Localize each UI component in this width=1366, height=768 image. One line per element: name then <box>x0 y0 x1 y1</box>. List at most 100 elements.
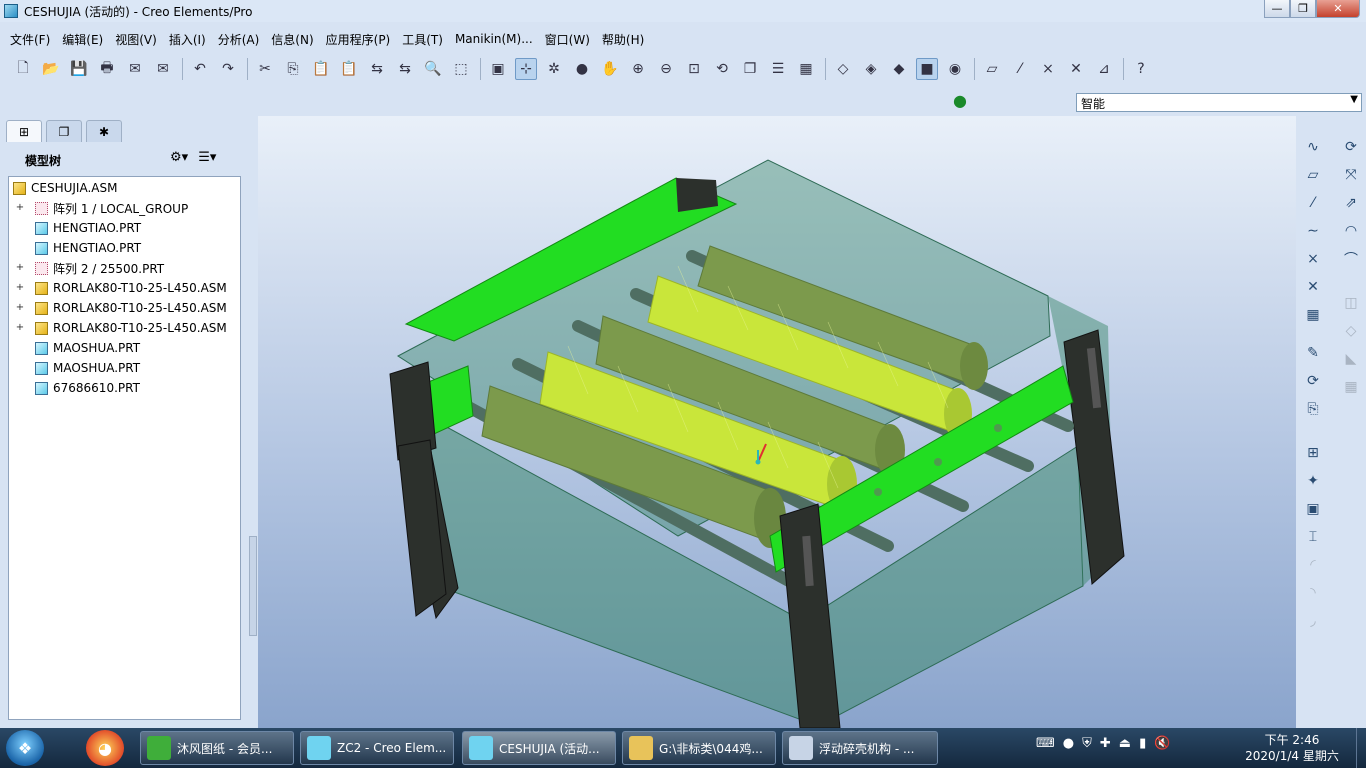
assemble-icon[interactable]: ⊞ <box>1302 442 1324 464</box>
round-icon[interactable]: ◜ <box>1302 554 1324 576</box>
redo-icon[interactable]: ↷ <box>217 58 239 80</box>
new-icon[interactable]: 🗋 <box>12 58 34 80</box>
datum-point-icon[interactable]: × <box>1037 58 1059 80</box>
menu-item[interactable]: 编辑(E) <box>56 31 109 48</box>
tree-node[interactable]: + RORLAK80-T10-25-L450.ASM <box>15 299 227 317</box>
zoom-out-icon[interactable]: ⊖ <box>655 58 677 80</box>
menu-item[interactable]: 文件(F) <box>4 31 56 48</box>
network-icon[interactable]: ▮ <box>1139 736 1146 751</box>
package-icon[interactable]: ▣ <box>1302 498 1324 520</box>
find-icon[interactable]: 🔍 <box>422 58 444 80</box>
datum-axis-icon[interactable]: ⁄ <box>1009 58 1031 80</box>
sketch-icon[interactable]: ∿ <box>1302 136 1324 158</box>
tree-node[interactable]: CESHUJIA.ASM <box>13 179 117 197</box>
repaint-icon[interactable]: ▣ <box>487 58 509 80</box>
appearance-icon[interactable]: ● <box>571 58 593 80</box>
close-button[interactable]: ✕ <box>1316 0 1360 18</box>
email-icon[interactable]: ✉ <box>124 58 146 80</box>
paste-special-icon[interactable]: 📋 <box>338 58 360 80</box>
shading-icon[interactable]: ■ <box>916 58 938 80</box>
open-icon[interactable]: 📂 <box>40 58 62 80</box>
replace-icon[interactable]: ⟳ <box>1302 370 1324 392</box>
view-manager-icon[interactable]: ▦ <box>795 58 817 80</box>
taskbar-button[interactable]: ZC2 - Creo Elem... <box>300 731 454 765</box>
taskbar-button[interactable]: G:\非标类\044鸡... <box>622 731 776 765</box>
plus-icon[interactable]: ✚ <box>1100 736 1111 751</box>
keyboard-icon[interactable]: ⌨ <box>1036 736 1055 751</box>
shield-icon[interactable]: ⛨ <box>1082 736 1092 751</box>
volume-muted-icon[interactable]: 🔇 <box>1154 736 1170 751</box>
zoom-in-icon[interactable]: ⊕ <box>627 58 649 80</box>
panel-splitter[interactable] <box>249 536 257 636</box>
taskbar-clock[interactable]: 下午 2:46 2020/1/4 星期六 <box>1242 732 1342 764</box>
cut-icon[interactable]: ✂ <box>254 58 276 80</box>
orient-mode-icon[interactable]: ✲ <box>543 58 565 80</box>
datum-plane-icon[interactable]: ▱ <box>981 58 1003 80</box>
rib-icon[interactable]: ◞ <box>1302 610 1324 632</box>
wireframe-icon[interactable]: ◇ <box>832 58 854 80</box>
axis-icon[interactable]: ⤧ <box>1340 164 1362 186</box>
menu-item[interactable]: 插入(I) <box>163 31 212 48</box>
tree-node[interactable]: 67686610.PRT <box>15 379 140 397</box>
taskbar-button[interactable]: 浮动碎壳机构 - ... <box>782 731 938 765</box>
trim-icon[interactable]: ◣ <box>1340 348 1362 370</box>
copy-icon[interactable]: ⎘ <box>282 58 304 80</box>
select-box-icon[interactable]: ⬚ <box>450 58 472 80</box>
tree-node[interactable]: HENGTIAO.PRT <box>15 219 141 237</box>
menu-item[interactable]: 视图(V) <box>109 31 163 48</box>
expand-icon[interactable]: + <box>15 283 25 293</box>
tree-columns-icon[interactable]: ☰▾ <box>198 150 216 165</box>
hole-icon[interactable]: ⌶ <box>1302 526 1324 548</box>
curve-icon[interactable]: ∼ <box>1302 220 1324 242</box>
expand-icon[interactable]: + <box>15 263 25 273</box>
copy-feature-icon[interactable]: ⎘ <box>1302 398 1324 420</box>
folder-browser-tab[interactable]: ❐ <box>46 120 82 142</box>
favorites-tab[interactable]: ✱ <box>86 120 122 142</box>
menu-item[interactable]: 信息(N) <box>265 31 319 48</box>
menu-item[interactable]: 工具(T) <box>396 31 449 48</box>
selection-filter-dropdown[interactable]: 智能 ▼ <box>1076 93 1362 112</box>
tree-node[interactable]: + 阵列 1 / LOCAL_GROUP <box>15 199 188 217</box>
reorient-icon[interactable]: ⟲ <box>711 58 733 80</box>
chamfer-icon[interactable]: ◝ <box>1302 582 1324 604</box>
taskbar-button[interactable]: 沐风图纸 - 会员... <box>140 731 294 765</box>
annotation-icon[interactable]: ⊿ <box>1093 58 1115 80</box>
print-icon[interactable]: 🖶 <box>96 58 118 80</box>
pinned-app-button[interactable]: ◕ <box>86 730 124 766</box>
context-help-icon[interactable]: ? <box>1130 58 1152 80</box>
menu-item[interactable]: 窗口(W) <box>539 31 596 48</box>
regen-manager-icon[interactable]: ⇆ <box>394 58 416 80</box>
menu-item[interactable]: 应用程序(P) <box>320 31 397 48</box>
pan-icon[interactable]: ✋ <box>599 58 621 80</box>
tree-node[interactable]: + RORLAK80-T10-25-L450.ASM <box>15 279 227 297</box>
hidden-line-icon[interactable]: ◈ <box>860 58 882 80</box>
analysis-icon[interactable]: ▦ <box>1302 304 1324 326</box>
usb-icon[interactable]: ⏏ <box>1119 736 1131 751</box>
save-icon[interactable]: 💾 <box>68 58 90 80</box>
taskbar-button[interactable]: CESHUJIA (活动... <box>462 731 616 765</box>
saved-views-icon[interactable]: ❐ <box>739 58 761 80</box>
layers-icon[interactable]: ☰ <box>767 58 789 80</box>
tree-node[interactable]: HENGTIAO.PRT <box>15 239 141 257</box>
merge-icon[interactable]: ◇ <box>1340 320 1362 342</box>
axis-line-icon[interactable]: ⁄ <box>1302 192 1324 214</box>
pattern-icon[interactable]: ▦ <box>1340 376 1362 398</box>
revolve-icon[interactable]: ⟳ <box>1340 136 1362 158</box>
spin-center-icon[interactable]: ⊹ <box>515 58 537 80</box>
enhanced-realism-icon[interactable]: ◉ <box>944 58 966 80</box>
no-hidden-icon[interactable]: ◆ <box>888 58 910 80</box>
menu-item[interactable]: Manikin(M)... <box>449 32 539 46</box>
create-icon[interactable]: ✦ <box>1302 470 1324 492</box>
chat-icon[interactable]: ● <box>1063 736 1074 751</box>
mirror-icon[interactable]: ◫ <box>1340 292 1362 314</box>
tree-settings-icon[interactable]: ⚙▾ <box>170 150 188 165</box>
start-button[interactable]: ❖ <box>6 730 44 766</box>
graphics-viewport[interactable] <box>258 116 1296 728</box>
paste-icon[interactable]: 📋 <box>310 58 332 80</box>
model-tree-tab[interactable]: ⊞ <box>6 120 42 142</box>
regen-status-icon[interactable]: ● <box>953 91 967 110</box>
regenerate-icon[interactable]: ⇆ <box>366 58 388 80</box>
tree-node[interactable]: MAOSHUA.PRT <box>15 359 140 377</box>
tree-node[interactable]: + 阵列 2 / 25500.PRT <box>15 259 164 277</box>
maximize-button[interactable]: ❐ <box>1290 0 1316 18</box>
